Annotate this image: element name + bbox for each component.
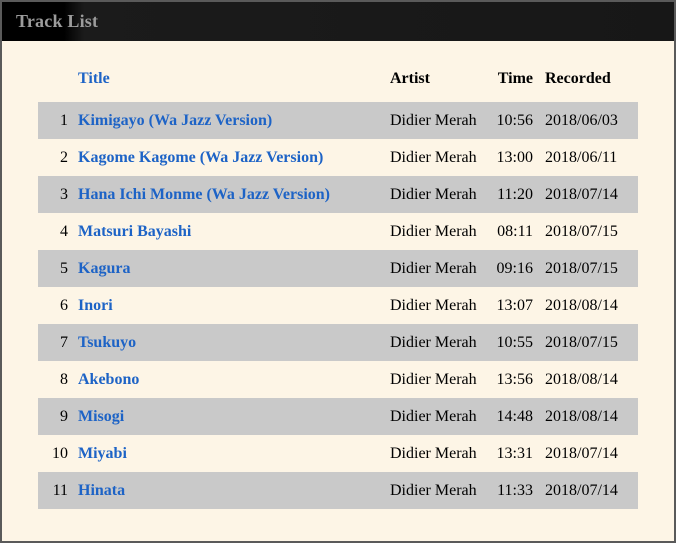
track-title-cell: Miyabi: [68, 435, 390, 472]
track-artist: Didier Merah: [390, 333, 477, 351]
track-time: 13:00: [496, 148, 533, 166]
column-header-time: Time: [497, 69, 533, 87]
track-recorded: 2018/07/15: [545, 222, 618, 240]
track-title-link[interactable]: Hinata: [78, 482, 125, 499]
track-number: 7: [60, 333, 68, 351]
track-artist: Didier Merah: [390, 481, 477, 499]
track-row: 3 Hana Ichi Monme (Wa Jazz Version) Didi…: [38, 176, 638, 213]
page-title: Track List: [16, 11, 99, 31]
track-title-link[interactable]: Matsuri Bayashi: [78, 223, 191, 240]
track-recorded: 2018/07/15: [545, 259, 618, 277]
track-title-cell: Tsukuyo: [68, 324, 390, 361]
track-recorded: 2018/08/14: [545, 407, 618, 425]
track-time: 09:16: [496, 259, 533, 277]
track-number: 2: [60, 148, 68, 166]
track-title-cell: Kimigayo (Wa Jazz Version): [68, 102, 390, 139]
track-artist: Didier Merah: [390, 111, 477, 129]
track-row: 6 Inori Didier Merah 13:07 2018/08/14: [38, 287, 638, 324]
track-title-link[interactable]: Misogi: [78, 408, 124, 425]
track-recorded: 2018/07/14: [545, 185, 618, 203]
column-header-artist: Artist: [390, 69, 430, 87]
track-recorded: 2018/07/15: [545, 333, 618, 351]
track-title-cell: Inori: [68, 287, 390, 324]
track-number: 1: [60, 111, 68, 129]
track-title-cell: Matsuri Bayashi: [68, 213, 390, 250]
track-title-cell: Hinata: [68, 472, 390, 509]
column-header-recorded: Recorded: [545, 69, 611, 87]
track-title-cell: Misogi: [68, 398, 390, 435]
track-recorded: 2018/06/11: [545, 148, 618, 166]
track-time: 11:20: [497, 185, 533, 203]
track-number: 10: [52, 444, 68, 462]
track-recorded: 2018/08/14: [545, 296, 618, 314]
track-list-page: Track List Title Artist Time Recorded 1 …: [0, 0, 676, 543]
header-row: Title Artist Time Recorded: [38, 55, 638, 102]
track-artist: Didier Merah: [390, 148, 477, 166]
column-header-title: Title: [68, 55, 390, 102]
track-time: 11:33: [497, 481, 533, 499]
track-artist: Didier Merah: [390, 222, 477, 240]
track-row: 7 Tsukuyo Didier Merah 10:55 2018/07/15: [38, 324, 638, 361]
track-row: 11 Hinata Didier Merah 11:33 2018/07/14: [38, 472, 638, 509]
track-time: 10:56: [496, 111, 533, 129]
column-header-number: [38, 55, 68, 102]
track-number: 6: [60, 296, 68, 314]
track-title-link[interactable]: Hana Ichi Monme (Wa Jazz Version): [78, 186, 330, 203]
track-title-link[interactable]: Akebono: [78, 371, 139, 388]
track-number: 11: [52, 481, 68, 499]
track-title-link[interactable]: Kimigayo (Wa Jazz Version): [78, 112, 272, 129]
track-time: 08:11: [497, 222, 533, 240]
track-row: 9 Misogi Didier Merah 14:48 2018/08/14: [38, 398, 638, 435]
track-title-cell: Akebono: [68, 361, 390, 398]
track-title-link[interactable]: Kagura: [78, 260, 130, 277]
track-list-body: 1 Kimigayo (Wa Jazz Version) Didier Mera…: [38, 102, 638, 509]
track-artist: Didier Merah: [390, 444, 477, 462]
track-number: 5: [60, 259, 68, 277]
track-row: 5 Kagura Didier Merah 09:16 2018/07/15: [38, 250, 638, 287]
track-number: 4: [60, 222, 68, 240]
track-row: 8 Akebono Didier Merah 13:56 2018/08/14: [38, 361, 638, 398]
track-title-cell: Kagome Kagome (Wa Jazz Version): [68, 139, 390, 176]
track-recorded: 2018/07/14: [545, 481, 618, 499]
track-artist: Didier Merah: [390, 407, 477, 425]
track-recorded: 2018/08/14: [545, 370, 618, 388]
track-title-cell: Hana Ichi Monme (Wa Jazz Version): [68, 176, 390, 213]
track-table-head: Title Artist Time Recorded: [38, 55, 638, 102]
track-time: 10:55: [496, 333, 533, 351]
column-header-title-link[interactable]: Title: [78, 70, 110, 87]
track-recorded: 2018/07/14: [545, 444, 618, 462]
track-time: 13:56: [496, 370, 533, 388]
track-number: 3: [60, 185, 68, 203]
track-title-link[interactable]: Miyabi: [78, 445, 127, 462]
track-number: 9: [60, 407, 68, 425]
track-time: 14:48: [496, 407, 533, 425]
track-artist: Didier Merah: [390, 259, 477, 277]
track-artist: Didier Merah: [390, 185, 477, 203]
track-time: 13:07: [496, 296, 533, 314]
page-header: Track List: [2, 2, 674, 41]
track-title-link[interactable]: Tsukuyo: [78, 334, 136, 351]
track-row: 1 Kimigayo (Wa Jazz Version) Didier Mera…: [38, 102, 638, 139]
track-number: 8: [60, 370, 68, 388]
track-table: Title Artist Time Recorded 1 Kimigayo (W…: [38, 55, 638, 509]
track-artist: Didier Merah: [390, 296, 477, 314]
track-row: 4 Matsuri Bayashi Didier Merah 08:11 201…: [38, 213, 638, 250]
track-time: 13:31: [496, 444, 533, 462]
track-title-cell: Kagura: [68, 250, 390, 287]
track-recorded: 2018/06/03: [545, 111, 618, 129]
track-title-link[interactable]: Kagome Kagome (Wa Jazz Version): [78, 149, 323, 166]
track-artist: Didier Merah: [390, 370, 477, 388]
track-row: 10 Miyabi Didier Merah 13:31 2018/07/14: [38, 435, 638, 472]
track-title-link[interactable]: Inori: [78, 297, 113, 314]
track-row: 2 Kagome Kagome (Wa Jazz Version) Didier…: [38, 139, 638, 176]
